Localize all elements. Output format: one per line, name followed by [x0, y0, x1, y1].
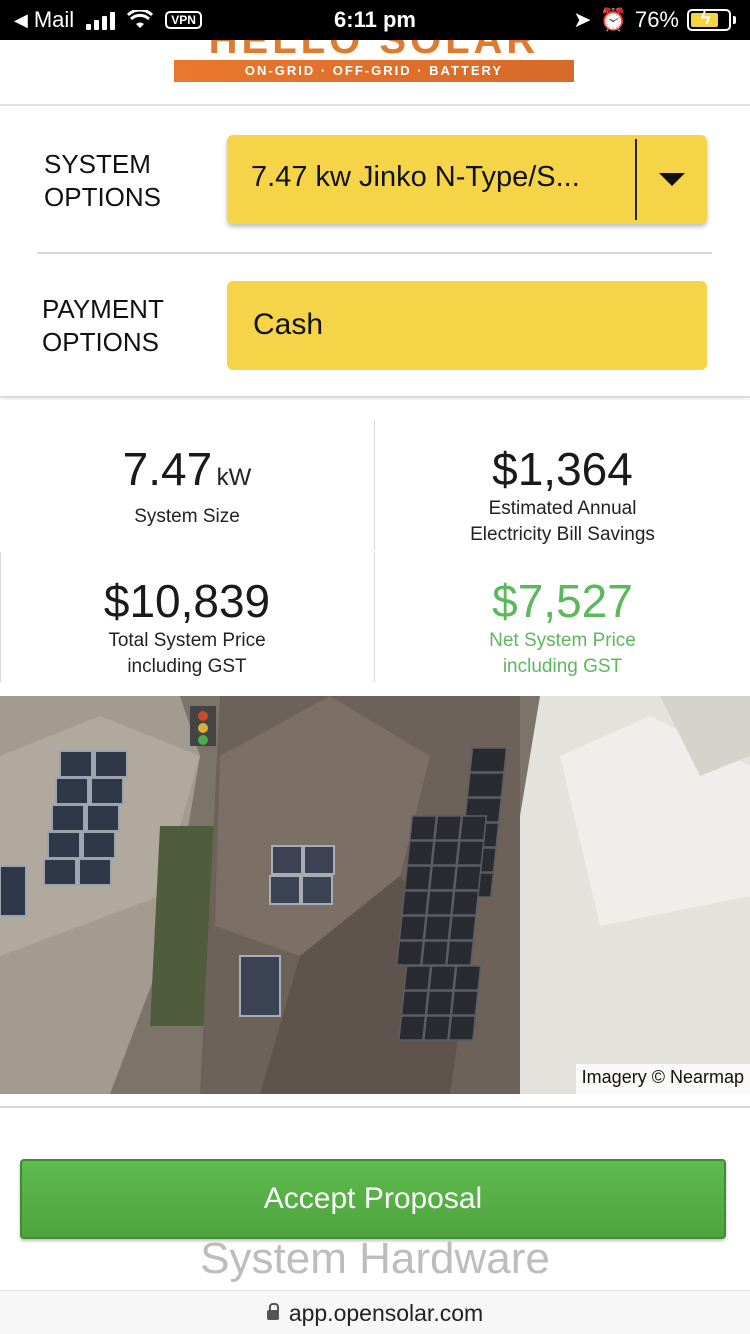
solar-panel — [423, 1015, 452, 1041]
solar-panel — [406, 840, 435, 866]
browser-url-bar[interactable]: app.opensolar.com — [0, 1290, 750, 1334]
lock-icon — [266, 1303, 279, 1320]
system-size-unit: kW — [216, 464, 252, 491]
payment-options-label: PAYMENT OPTIONS — [42, 294, 164, 357]
aerial-imagery-map[interactable]: Imagery © Nearmap — [0, 696, 750, 1094]
accept-proposal-button[interactable]: Accept Proposal — [20, 1159, 726, 1239]
stat-total-price: $10,839 Total System Price including GST — [0, 574, 374, 680]
roof-aerial-image — [0, 696, 750, 1094]
solar-panel — [423, 915, 452, 941]
system-size-value: 7.47 — [122, 443, 213, 495]
solar-panel — [395, 940, 425, 966]
solar-panel — [453, 865, 482, 891]
battery-percent: 76% — [634, 7, 679, 32]
header: HELLO SOLAR ON-GRID · OFF-GRID · BATTERY — [0, 40, 750, 106]
status-bar: ◀ Mail VPN 6:11 pm ➤ ⏰ 76% ϟ — [0, 0, 750, 40]
solar-panel — [400, 990, 429, 1016]
savings-label-1: Estimated Annual — [488, 498, 637, 519]
solar-panel — [428, 965, 457, 991]
alarm-icon: ⏰ — [599, 7, 627, 32]
solar-panel — [451, 890, 480, 916]
solar-panel — [425, 990, 454, 1016]
savings-value: $1,364 — [492, 443, 633, 495]
payment-options-value: Cash — [253, 308, 324, 341]
system-options-value: 7.47 kw Jinko N-Type/S... — [251, 161, 580, 193]
charging-bolt-icon: ϟ — [701, 8, 711, 28]
imagery-attribution: Imagery © Nearmap — [575, 1064, 750, 1094]
system-options-label: SYSTEM OPTIONS — [44, 149, 162, 212]
solar-panel — [469, 747, 508, 773]
battery-icon: ϟ — [687, 8, 731, 31]
solar-panel — [403, 965, 432, 991]
battery-tip — [733, 16, 736, 24]
stat-savings: $1,364 Estimated Annual Electricity Bill… — [375, 442, 750, 548]
total-price-label-1: Total System Price — [108, 630, 266, 651]
chevron-down-icon[interactable] — [659, 173, 685, 186]
total-price-value: $10,839 — [103, 575, 271, 627]
solar-panel — [420, 940, 450, 966]
options-divider — [37, 252, 712, 254]
solar-panel — [398, 1015, 427, 1041]
total-price-label-2: including GST — [127, 656, 247, 677]
solar-panel — [448, 915, 477, 941]
status-right: ➤ ⏰ 76% ϟ — [573, 7, 736, 33]
solar-panel — [426, 890, 455, 916]
solar-panel — [456, 840, 485, 866]
options-panel: SYSTEM OPTIONS 7.47 kw Jinko N-Type/S...… — [0, 108, 750, 398]
solar-panel — [398, 915, 427, 941]
solar-panel — [453, 965, 482, 991]
url-text: app.opensolar.com — [288, 1300, 484, 1326]
net-price-label-2: including GST — [502, 656, 623, 677]
savings-label-2: Electricity Bill Savings — [470, 524, 655, 545]
select-separator — [635, 139, 637, 220]
solar-panel — [450, 990, 479, 1016]
system-hardware-heading: System Hardware — [200, 1234, 550, 1283]
solar-panel — [466, 772, 505, 798]
location-arrow-icon: ➤ — [573, 7, 592, 32]
section-divider — [0, 1106, 750, 1108]
solar-panel — [448, 1015, 477, 1041]
solar-panel — [445, 940, 475, 966]
solar-panel — [459, 815, 488, 841]
stats-grid: 7.47 kW System Size $1,364 Estimated Ann… — [0, 400, 750, 694]
logo-tagline: ON-GRID · OFF-GRID · BATTERY — [174, 60, 574, 82]
system-options-select[interactable]: 7.47 kw Jinko N-Type/S... — [227, 135, 707, 224]
solar-panel — [403, 865, 432, 891]
solar-panel — [431, 840, 460, 866]
logo: HELLO SOLAR — [174, 40, 574, 60]
net-price-value: $7,527 — [492, 575, 633, 627]
payment-options-select[interactable]: Cash — [227, 281, 707, 370]
system-size-label: System Size — [134, 506, 240, 527]
solar-panel — [409, 815, 438, 841]
stat-net-price: $7,527 Net System Price including GST — [375, 574, 750, 680]
solar-panel — [401, 890, 430, 916]
net-price-label-1: Net System Price — [489, 630, 636, 651]
stat-system-size: 7.47 kW System Size — [0, 442, 374, 530]
solar-panel — [434, 815, 463, 841]
logo-wordmark: HELLO SOLAR — [174, 40, 574, 60]
solar-panel — [428, 865, 457, 891]
